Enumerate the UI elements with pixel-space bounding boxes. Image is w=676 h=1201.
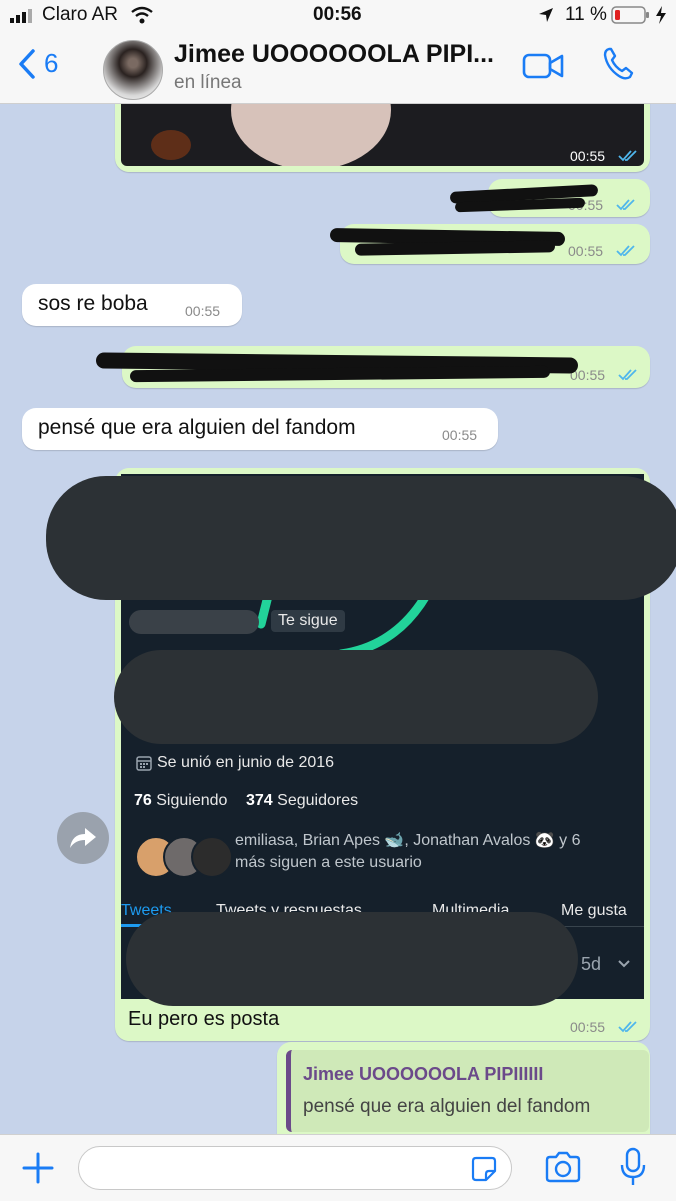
forward-button[interactable] — [57, 812, 109, 864]
message-time: 00:55 — [570, 1019, 606, 1035]
contact-status: en línea — [174, 72, 242, 93]
message-time: 00:55 — [185, 303, 221, 319]
incoming-message[interactable]: pensé que era alguien del fandom 00:55 — [22, 408, 498, 450]
redaction-blob — [126, 912, 578, 1006]
tweet-age: 5d — [581, 954, 602, 974]
shared-photo[interactable] — [121, 104, 644, 166]
avatar[interactable] — [103, 40, 163, 100]
following-label: Siguiendo — [156, 792, 228, 809]
followers-label: Seguidores — [277, 792, 359, 809]
wifi-icon — [131, 6, 153, 24]
read-ticks-icon — [618, 150, 637, 162]
chevron-down-icon[interactable] — [617, 959, 631, 969]
incoming-message[interactable]: sos re boba 00:55 — [22, 284, 242, 326]
message-input[interactable] — [78, 1146, 512, 1190]
battery-icon — [611, 6, 649, 24]
following-count: 76 — [134, 792, 152, 809]
battery-percent: 11 % — [565, 4, 607, 25]
location-arrow-icon — [539, 8, 553, 22]
read-ticks-icon — [616, 245, 635, 257]
reply-quote[interactable]: Jimee UOOOOOOLA PIPIIIIII pensé que era … — [286, 1050, 649, 1132]
redaction-blob — [114, 650, 598, 744]
message-input-bar — [0, 1134, 676, 1201]
follows-you-badge: Te sigue — [271, 610, 345, 632]
signal-icon — [10, 9, 32, 23]
camera-icon[interactable] — [544, 1151, 582, 1183]
microphone-icon[interactable] — [620, 1147, 646, 1187]
tab-likes[interactable]: Me gusta — [561, 902, 627, 920]
join-date: Se unió en junio de 2016 — [157, 754, 335, 771]
chat-area[interactable]: 00:55 00:55 00:55 sos re boba 00:55 00:5… — [0, 104, 676, 1134]
following-stat[interactable]: 76 Siguiendo — [134, 792, 227, 810]
followed-by-line1: emiliasa, Brian Apes 🐋, Jonathan Avalos … — [235, 832, 581, 849]
read-ticks-icon — [616, 199, 635, 211]
calendar-icon — [136, 756, 152, 771]
forward-arrow-icon — [70, 828, 96, 848]
message-time: 00:55 — [568, 243, 604, 259]
plus-icon[interactable] — [22, 1152, 54, 1184]
message-time: 00:55 — [442, 427, 478, 443]
followers-stat[interactable]: 374 Seguidores — [246, 792, 358, 810]
back-button[interactable]: 6 — [18, 48, 58, 79]
handle-blur — [129, 610, 259, 634]
chat-header: 6 Jimee UOOOOOOLA PIPI... en línea — [0, 30, 676, 104]
follower-avatar — [191, 836, 233, 878]
phone-call-icon[interactable] — [601, 46, 637, 82]
charging-bolt-icon — [656, 6, 666, 24]
followers-count: 374 — [246, 792, 273, 809]
carrier-name: Claro AR — [42, 4, 119, 25]
image-caption: Eu pero es posta — [128, 1008, 280, 1030]
message-text: pensé que era alguien del fandom — [38, 416, 356, 439]
followed-by-line2: más siguen a este usuario — [235, 854, 422, 871]
message-time: 00:55 — [570, 148, 606, 164]
clock: 00:56 — [313, 4, 362, 25]
read-ticks-icon — [618, 369, 637, 381]
read-ticks-icon — [618, 1021, 637, 1033]
outgoing-image-message[interactable]: 00:55 — [115, 104, 650, 172]
chevron-left-icon — [19, 48, 35, 79]
quote-author: Jimee UOOOOOOLA PIPIIIIII — [303, 1064, 544, 1084]
message-text: sos re boba — [38, 292, 148, 315]
quote-text: pensé que era alguien del fandom — [303, 1096, 591, 1117]
redaction-blob — [46, 476, 676, 600]
contact-name[interactable]: Jimee UOOOOOOLA PIPI... — [174, 40, 494, 69]
unread-count: 6 — [44, 48, 59, 78]
status-bar: Claro AR 00:56 11 % — [0, 0, 676, 30]
video-call-icon[interactable] — [522, 52, 564, 80]
sticker-icon[interactable] — [471, 1156, 497, 1182]
